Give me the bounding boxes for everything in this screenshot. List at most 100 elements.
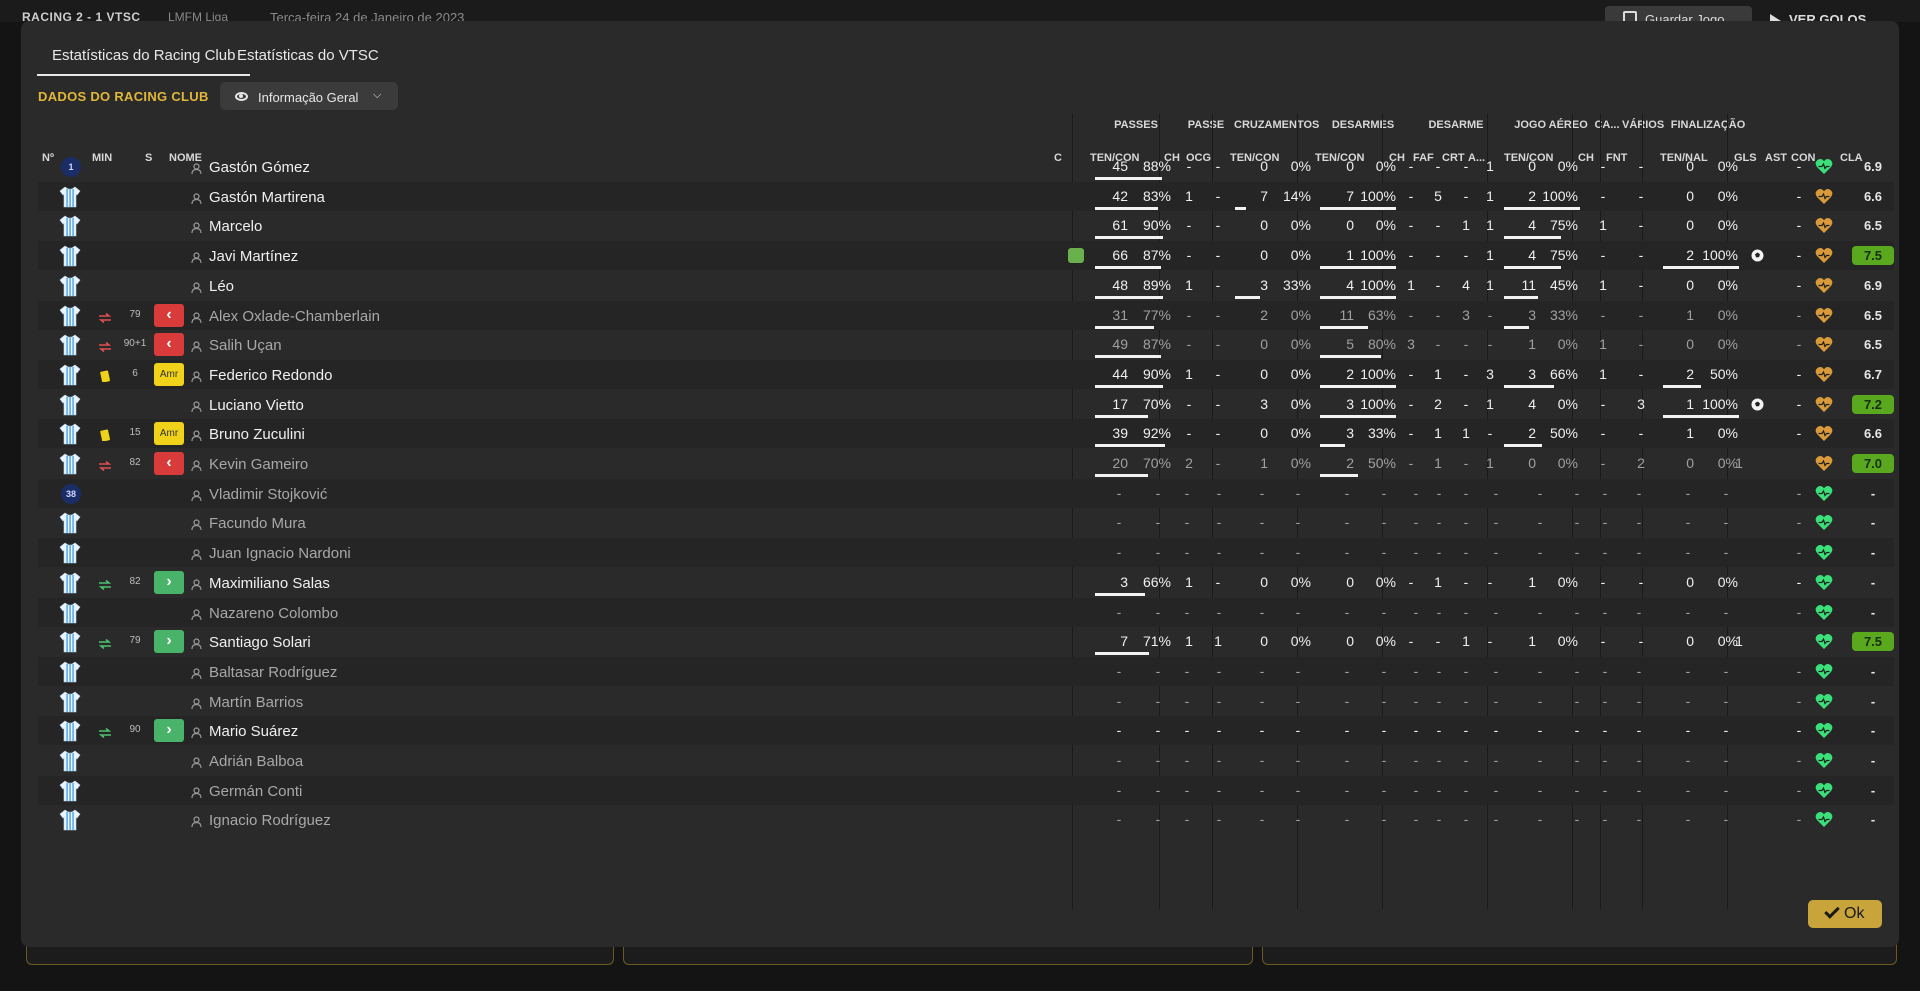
table-row[interactable]: 1 Gastón Gómez 45 88% - -0 0% 0 0% - - -1 0 0% - -0 0% -6… <box>38 152 1894 181</box>
table-row[interactable]: 38 Vladimir Stojković - - - - - - - - - - - - - - - - - - - - <box>38 479 1894 508</box>
sub-out-icon: ‹ <box>154 333 184 356</box>
table-row[interactable]: Javi Martínez 66 87% - -0 0% 1 100% - - -1 4 75% - -2 1… <box>38 241 1894 270</box>
table-row[interactable]: 82 ‹ Kevin Gameiro 20 70% 2-1 0% 2 50% -1-1 0 0% -2 0… <box>38 449 1894 478</box>
player-name[interactable]: Marcelo <box>209 218 262 235</box>
player-name[interactable]: Baltasar Rodríguez <box>209 664 337 681</box>
sub-out-icon: ‹ <box>154 304 184 327</box>
assists: - <box>1796 158 1802 174</box>
table-row[interactable]: Nazareno Colombo - - - - - - - - - - - - - - - - - - - - <box>38 598 1894 627</box>
shots-pct: 0% <box>1717 425 1738 441</box>
empty-cell: - <box>1344 544 1350 560</box>
player-name[interactable]: Luciano Vietto <box>209 397 304 414</box>
group-finalizacao: FINALIZAÇÃO <box>1670 119 1746 131</box>
des-ch: - <box>1408 247 1414 263</box>
empty-cell: - <box>1155 693 1161 709</box>
table-row[interactable]: Germán Conti - - - - - - - - - - - - - - - - - - - - <box>38 776 1894 805</box>
empty-cell: - <box>1259 514 1265 530</box>
table-row[interactable]: 79 ‹ Alex Oxlade-Chamberlain 31 77% - -2 0% 11 63… <box>38 301 1894 330</box>
player-name[interactable]: Gastón Gómez <box>209 159 310 176</box>
table-row[interactable]: Baltasar Rodríguez - - - - - - - - - - - - - - - - - - - - <box>38 657 1894 686</box>
passes-attempted: 31 <box>1112 307 1128 323</box>
table-row[interactable]: Léo 48 89% 1-3 33% 4 100% 1-4 1 11 45% 1-0 0% -6.9 <box>38 271 1894 300</box>
tackles-pct: 100% <box>1360 277 1396 293</box>
empty-cell: - <box>1184 811 1190 827</box>
player-name[interactable]: Léo <box>209 278 234 295</box>
empty-cell: - <box>1493 811 1499 827</box>
person-icon <box>191 725 202 739</box>
player-name[interactable]: Javi Martínez <box>209 248 298 265</box>
table-row[interactable]: 79 › Santiago Solari 7 71% 1 1 0 0% 0 0% - -1-1 0% - -0… <box>38 627 1894 656</box>
empty-cell: - <box>1344 693 1350 709</box>
empty-cell: - <box>1796 693 1802 709</box>
tab-vtsc-stats[interactable]: Estatísticas do VTSC <box>237 47 379 64</box>
player-name[interactable]: Maximiliano Salas <box>209 575 330 592</box>
tackles-attempted: 2 <box>1346 366 1354 382</box>
event-minute: 6 <box>132 368 138 379</box>
table-row[interactable]: Facundo Mura - - - - - - - - - - - - - - - - - - - - <box>38 508 1894 537</box>
player-name[interactable]: Facundo Mura <box>209 515 306 532</box>
player-name[interactable]: Kevin Gameiro <box>209 456 308 473</box>
view-select[interactable]: Informação Geral ⌵ <box>220 82 398 110</box>
table-row[interactable]: 82 › Maximiliano Salas 3 66% 1-0 0% 0 0% -1- -1 0% -… <box>38 568 1894 597</box>
table-row[interactable]: 90 › Mario Suárez - - - - - - - - - - - - - - - - - - - - <box>38 716 1894 745</box>
crosses-attempted: 0 <box>1260 247 1268 263</box>
person-icon <box>191 517 202 531</box>
player-name[interactable]: Bruno Zuculini <box>209 426 305 443</box>
passes-attempted: 3 <box>1120 574 1128 590</box>
passes-attempted: 20 <box>1112 455 1128 471</box>
des-ch: - <box>1408 574 1414 590</box>
player-name[interactable]: Martín Barrios <box>209 694 303 711</box>
table-row[interactable]: Luciano Vietto 17 70% - -3 0% 3 100% -2-1 4 0% -3 1 1… <box>38 390 1894 419</box>
shots-pct: 0% <box>1717 307 1738 323</box>
player-rating: 7.5 <box>1852 632 1894 651</box>
empty-cell: - <box>1602 604 1608 620</box>
player-name[interactable]: Vladimir Stojković <box>209 486 327 503</box>
table-row[interactable]: Marcelo 61 90% - -0 0% 0 0% - -1 1 4 75% 1-0 0% -6.5 <box>38 211 1894 240</box>
player-name[interactable]: Federico Redondo <box>209 367 332 384</box>
aerial-attempted: 4 <box>1528 217 1536 233</box>
tackles-attempted: 3 <box>1346 396 1354 412</box>
empty-cell: - <box>1216 693 1222 709</box>
player-name[interactable]: Gastón Martirena <box>209 189 325 206</box>
shirt-icon <box>59 186 81 208</box>
player-name[interactable]: Ignacio Rodríguez <box>209 812 331 829</box>
player-name[interactable]: Nazareno Colombo <box>209 605 338 622</box>
table-row[interactable]: Juan Ignacio Nardoni - - - - - - - - - - - - - - - - - - - - <box>38 538 1894 567</box>
pass-ocg: - <box>1215 188 1221 204</box>
empty-cell: - <box>1216 782 1222 798</box>
empty-cell: - <box>1723 544 1729 560</box>
pass-ocg: - <box>1215 217 1221 233</box>
player-name[interactable]: Mario Suárez <box>209 723 298 740</box>
tackles-attempted: 4 <box>1346 277 1354 293</box>
des-crt: - <box>1463 455 1469 471</box>
table-row[interactable]: 15 Amr Bruno Zuculini 39 92% - -0 0% 3 33% -1 1-2 50… <box>38 419 1894 448</box>
table-row[interactable]: 6 Amr Federico Redondo 44 90% 1-0 0% 2 100% -1-3 3… <box>38 360 1894 389</box>
empty-cell: - <box>1537 544 1543 560</box>
empty-cell: - <box>1413 782 1419 798</box>
pass-ch: 1 <box>1185 277 1193 293</box>
pass-ocg: - <box>1215 366 1221 382</box>
aerial-attempted: 1 <box>1528 574 1536 590</box>
group-desarme: DESARME <box>1428 119 1484 131</box>
player-name[interactable]: Alex Oxlade-Chamberlain <box>209 308 380 325</box>
ok-button[interactable]: Ok <box>1808 900 1882 928</box>
player-name[interactable]: Salih Uçan <box>209 337 282 354</box>
table-row[interactable]: 90+1 ‹ Salih Uçan 49 87% - -0 0% 5 80% 3- - -1 0% 1-0 0… <box>38 330 1894 359</box>
crosses-pct: 0% <box>1290 307 1311 323</box>
table-row[interactable]: Gastón Martirena 42 83% 1-7 14% 7 100% -5-1 2 100… <box>38 182 1894 211</box>
varios-fnt: - <box>1638 277 1644 293</box>
player-name[interactable]: Germán Conti <box>209 783 302 800</box>
table-row[interactable]: Ignacio Rodríguez - - - - - - - - - - - - - - - - - - - - <box>38 805 1894 834</box>
empty-cell: - <box>1295 752 1301 768</box>
table-row[interactable]: Adrián Balboa - - - - - - - - - - - - - - - - - - - - <box>38 746 1894 775</box>
ca-ch: - <box>1600 307 1606 323</box>
player-name[interactable]: Adrián Balboa <box>209 753 303 770</box>
table-row[interactable]: Martín Barrios - - - - - - - - - - - - - - - - - - - - <box>38 687 1894 716</box>
player-name[interactable]: Juan Ignacio Nardoni <box>209 545 351 562</box>
assists: - <box>1796 247 1802 263</box>
des-crt: - <box>1463 188 1469 204</box>
chevron-down-icon: ⌵ <box>373 89 382 101</box>
tab-racing-club-stats[interactable]: Estatísticas do Racing Club <box>37 47 251 76</box>
player-name[interactable]: Santiago Solari <box>209 634 311 651</box>
empty-cell: - <box>1116 485 1122 501</box>
